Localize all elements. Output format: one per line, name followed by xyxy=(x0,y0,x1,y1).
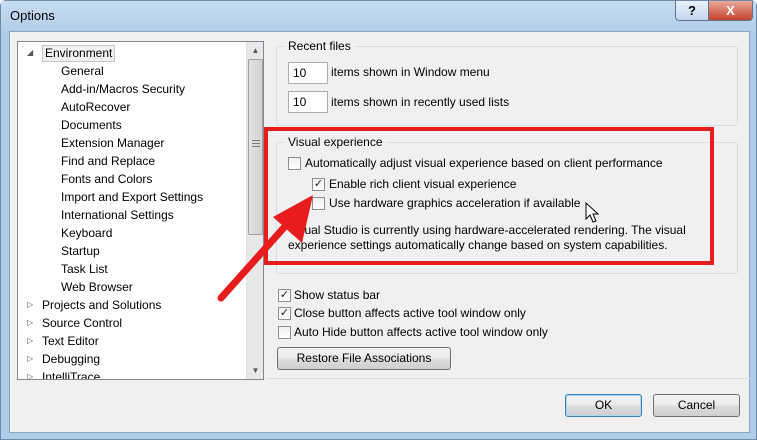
tree-item[interactable]: Extension Manager xyxy=(61,134,164,152)
recent-files-group: Recent files xyxy=(276,39,738,126)
tree-item-label: Projects and Solutions xyxy=(42,298,162,312)
tree-item-label: Debugging xyxy=(42,352,101,366)
scroll-up-arrow-icon[interactable]: ▲ xyxy=(247,42,263,59)
tree-category[interactable]: ▷ Source Control xyxy=(27,314,123,332)
tree-category[interactable]: ▷ Projects and Solutions xyxy=(27,296,162,314)
tree-item-label: Source Control xyxy=(42,316,123,330)
collapsed-arrow-icon[interactable]: ▷ xyxy=(27,350,37,368)
tree-item[interactable]: Startup xyxy=(61,242,100,260)
restore-file-associations-button[interactable]: Restore File Associations xyxy=(277,347,451,370)
auto-hide-checkbox[interactable] xyxy=(278,326,291,339)
tree-item[interactable]: Add-in/Macros Security xyxy=(61,80,185,98)
tree-item-label: International Settings xyxy=(61,208,174,222)
close-button-scope-label[interactable]: Close button affects active tool window … xyxy=(294,306,526,320)
tree-item-label: Find and Replace xyxy=(61,154,156,168)
window-title: Options xyxy=(10,8,55,23)
options-dialog: Options ? X ◢ Environment General Add-in/Ma… xyxy=(0,0,757,440)
tree-item[interactable]: General xyxy=(61,62,104,80)
close-button[interactable]: X xyxy=(708,1,753,21)
tree-item-label: Add-in/Macros Security xyxy=(61,82,186,96)
window-menu-count-input[interactable]: 10 xyxy=(288,62,328,84)
scroll-down-arrow-icon[interactable]: ▼ xyxy=(247,362,263,379)
help-button[interactable]: ? xyxy=(675,1,709,21)
recent-files-heading: Recent files xyxy=(285,39,354,53)
tree-item[interactable]: AutoRecover xyxy=(61,98,130,116)
collapsed-arrow-icon[interactable]: ▷ xyxy=(27,332,37,350)
tree-item-label: Documents xyxy=(61,118,122,132)
tree-item-label: AutoRecover xyxy=(61,100,131,114)
collapsed-arrow-icon[interactable]: ▷ xyxy=(27,314,37,332)
recent-lists-count-input[interactable]: 10 xyxy=(288,91,328,113)
auto-hide-label[interactable]: Auto Hide button affects active tool win… xyxy=(294,325,548,339)
footer-separator xyxy=(266,378,750,379)
tree-category[interactable]: ▷ IntelliTrace xyxy=(27,368,101,380)
tree-item[interactable]: Keyboard xyxy=(61,224,112,242)
title-bar[interactable]: Options ? X xyxy=(1,1,756,31)
tree-item[interactable]: Web Browser xyxy=(61,278,133,296)
tree-item-label: Text Editor xyxy=(42,334,99,348)
expanded-arrow-icon[interactable]: ◢ xyxy=(27,44,37,62)
tree-item-label: General xyxy=(61,64,104,78)
close-icon: X xyxy=(726,3,735,18)
collapsed-arrow-icon[interactable]: ▷ xyxy=(27,296,37,314)
tree-item-label: Web Browser xyxy=(61,280,133,294)
tree-item-label: Import and Export Settings xyxy=(61,190,204,204)
cancel-button[interactable]: Cancel xyxy=(653,394,740,417)
tree-item-label: Task List xyxy=(61,262,108,276)
annotation-arrow-icon xyxy=(217,195,313,302)
tree-category[interactable]: ◢ Environment xyxy=(27,44,116,62)
tree-item[interactable]: Task List xyxy=(61,260,108,278)
tree-item[interactable]: Find and Replace xyxy=(61,152,155,170)
tree-item[interactable]: Import and Export Settings xyxy=(61,188,203,206)
highlight-box xyxy=(264,127,714,265)
window-menu-count-label: items shown in Window menu xyxy=(331,65,490,79)
ok-button[interactable]: OK xyxy=(565,394,642,417)
mouse-cursor-icon xyxy=(585,202,599,223)
tree-item-label: Environment xyxy=(42,45,116,62)
tree-item-label: IntelliTrace xyxy=(42,370,101,380)
scroll-grip-icon xyxy=(252,140,260,149)
tree-item[interactable]: Fonts and Colors xyxy=(61,170,152,188)
tree-item[interactable]: Documents xyxy=(61,116,122,134)
tree-category[interactable]: ▷ Text Editor xyxy=(27,332,99,350)
tree-item-label: Keyboard xyxy=(61,226,113,240)
tree-item[interactable]: International Settings xyxy=(61,206,174,224)
tree-item-label: Extension Manager xyxy=(61,136,165,150)
collapsed-arrow-icon[interactable]: ▷ xyxy=(27,368,37,379)
tree-item-label: Fonts and Colors xyxy=(61,172,153,186)
recent-lists-count-label: items shown in recently used lists xyxy=(331,95,510,109)
help-icon: ? xyxy=(688,3,696,18)
tree-category[interactable]: ▷ Debugging xyxy=(27,350,101,368)
tree-item-label: Startup xyxy=(61,244,100,258)
